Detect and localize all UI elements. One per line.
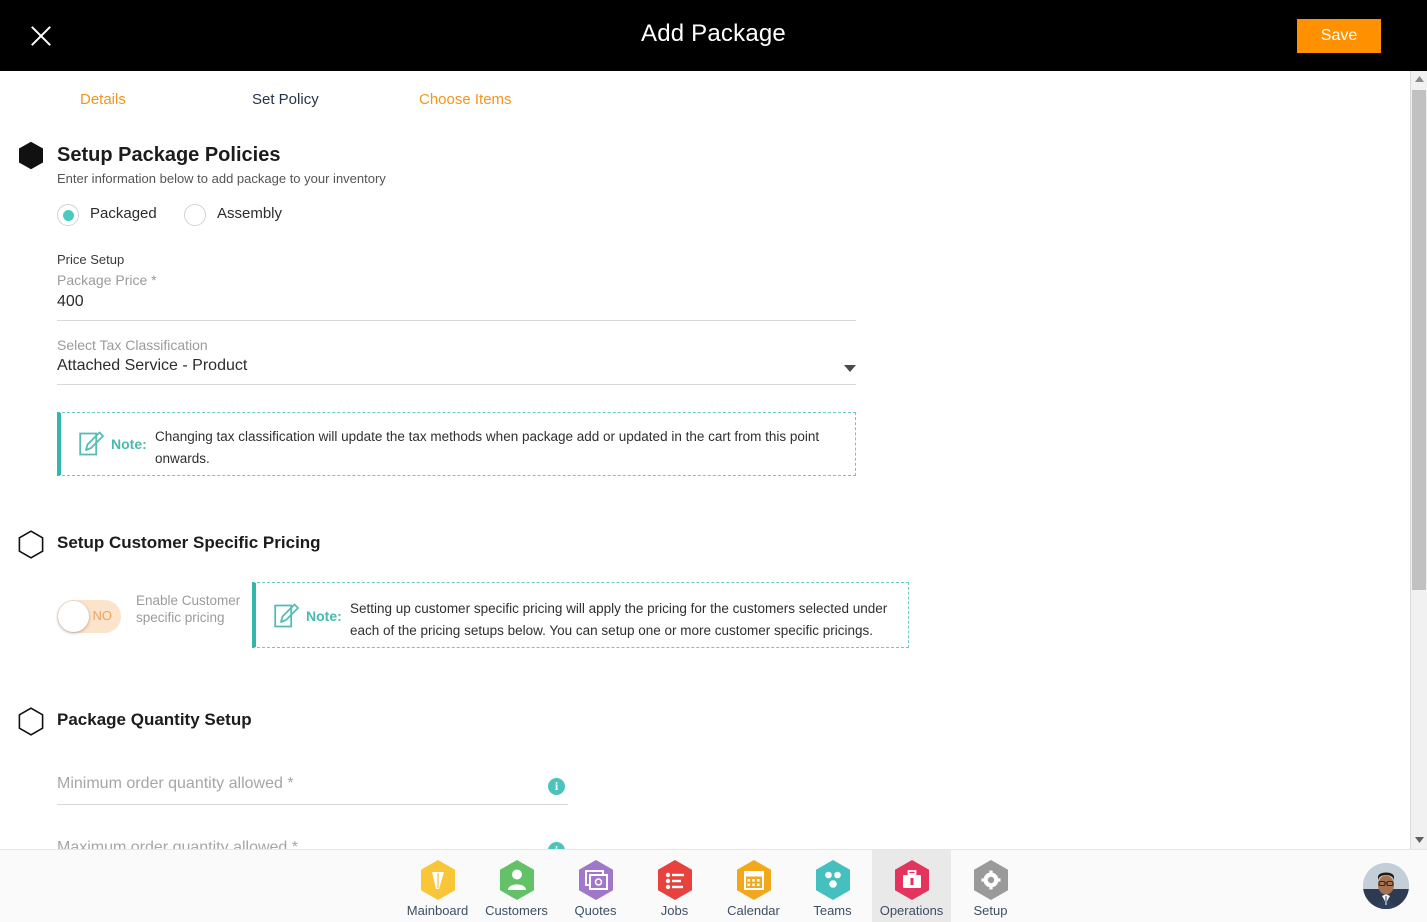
section-title-package-policies: Setup Package Policies (57, 144, 281, 166)
tab-details[interactable]: Details (80, 91, 126, 108)
radio-packaged-label[interactable]: Packaged (90, 205, 157, 222)
info-icon-min-qty[interactable]: i (548, 778, 565, 795)
tax-classification-select-value[interactable]: Attached Service - Product (57, 357, 247, 375)
min-order-quantity-input[interactable]: Minimum order quantity allowed * (57, 775, 294, 793)
page-title: Add Package (641, 20, 786, 47)
nav-item-calendar[interactable]: Calendar (714, 850, 793, 922)
radio-packaged[interactable] (57, 204, 79, 226)
add-package-screen: Add Package Save Details Set Policy Choo… (0, 0, 1427, 922)
section-title-quantity-setup: Package Quantity Setup (57, 710, 252, 729)
note-text: Changing tax classification will update … (155, 429, 820, 466)
teams-icon (814, 859, 852, 901)
nav-label-quotes: Quotes (574, 902, 617, 918)
top-bar: Add Package Save (0, 0, 1427, 71)
nav-item-jobs[interactable]: Jobs (635, 850, 714, 922)
operations-icon (893, 859, 931, 901)
package-price-underline (57, 320, 856, 321)
chevron-down-icon[interactable] (844, 365, 856, 372)
jobs-icon (656, 859, 694, 901)
tab-set-policy[interactable]: Set Policy (252, 91, 319, 108)
nav-item-mainboard[interactable]: Mainboard (398, 850, 477, 922)
tax-classification-label: Select Tax Classification (57, 337, 208, 353)
vertical-scrollbar[interactable] (1410, 71, 1427, 849)
tab-bar: Details Set Policy Choose Items (0, 71, 1392, 154)
nav-label-operations: Operations (879, 902, 944, 918)
scrollbar-thumb[interactable] (1412, 90, 1426, 590)
nav-items: Mainboard Customers Quotes Jobs Calendar… (398, 850, 1030, 922)
section-marker-filled-hexagon-icon (18, 141, 44, 170)
package-price-input[interactable]: 400 (57, 293, 84, 311)
tab-choose-items[interactable]: Choose Items (419, 91, 512, 108)
scroll-up-arrow-icon[interactable] (1411, 71, 1427, 88)
enable-customer-pricing-label: Enable Customer specific pricing (136, 593, 241, 625)
radio-assembly-label[interactable]: Assembly (217, 205, 282, 222)
toggle-state-label: NO (92, 608, 113, 623)
note-pencil-icon (79, 430, 105, 458)
section-marker-outline-hexagon-icon-quantity (18, 707, 44, 736)
min-order-quantity-underline (57, 804, 568, 805)
note-text-2: Setting up customer specific pricing wil… (350, 601, 888, 638)
section-marker-outline-hexagon-icon-pricing (18, 530, 44, 559)
max-order-quantity-input[interactable]: Maximum order quantity allowed * (57, 839, 298, 849)
nav-item-teams[interactable]: Teams (793, 850, 872, 922)
tax-classification-underline (57, 384, 856, 385)
nav-item-setup[interactable]: Setup (951, 850, 1030, 922)
note-label: Note: (111, 436, 147, 452)
note-customer-pricing: Note: Setting up customer specific prici… (252, 582, 909, 648)
nav-item-operations[interactable]: Operations (872, 850, 951, 922)
setup-icon (972, 859, 1010, 901)
info-icon-max-qty[interactable]: i (548, 842, 565, 849)
package-price-label: Package Price * (57, 272, 157, 288)
save-button[interactable]: Save (1297, 19, 1381, 53)
policy-form-content: Setup Package Policies Enter information… (0, 126, 1392, 849)
note-tax-classification: Note: Changing tax classification will u… (57, 412, 856, 476)
nav-label-teams: Teams (813, 902, 852, 918)
customers-icon (498, 859, 536, 901)
nav-label-customers: Customers (485, 902, 548, 918)
user-avatar[interactable] (1363, 863, 1409, 909)
radio-assembly[interactable] (184, 204, 206, 226)
note-label-2: Note: (306, 608, 342, 624)
nav-label-jobs: Jobs (660, 902, 689, 918)
nav-label-setup: Setup (973, 902, 1008, 918)
scroll-down-arrow-icon[interactable] (1411, 832, 1427, 849)
mainboard-icon (419, 859, 457, 901)
section-subtitle-package-policies: Enter information below to add package t… (57, 171, 386, 186)
section-title-customer-pricing: Setup Customer Specific Pricing (57, 533, 321, 552)
nav-item-quotes[interactable]: Quotes (556, 850, 635, 922)
quotes-icon (577, 859, 615, 901)
price-setup-heading: Price Setup (57, 252, 125, 267)
nav-label-calendar: Calendar (727, 902, 780, 918)
nav-label-mainboard: Mainboard (406, 902, 469, 918)
calendar-icon (735, 859, 773, 901)
note-pencil-icon-2 (274, 602, 300, 630)
enable-customer-pricing-toggle[interactable]: NO (57, 600, 121, 633)
bottom-navigation-bar: Mainboard Customers Quotes Jobs Calendar… (0, 849, 1427, 922)
nav-item-customers[interactable]: Customers (477, 850, 556, 922)
toggle-knob (58, 601, 89, 632)
